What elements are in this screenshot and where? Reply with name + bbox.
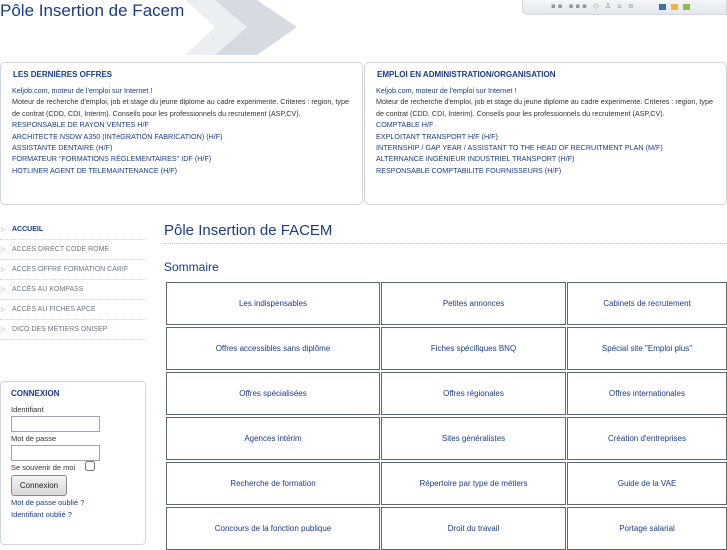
offer-link[interactable]: INTERNSHIP / GAP YEAR / ASSISTANT TO THE…	[376, 142, 720, 153]
summary-grid-cell[interactable]: Sites généralistes	[381, 417, 566, 460]
summary-grid-cell[interactable]: Recherche de formation	[166, 462, 380, 505]
nav-item-label: ACCES OFFRE FORMATION CARIF	[12, 266, 129, 273]
summary-grid-cell[interactable]: Offres accessibles sans diplôme	[166, 327, 380, 370]
nav-item[interactable]: ▷ ACCÈS AU KOMPASS	[0, 280, 146, 300]
admin-jobs-list: Keljob.com, moteur de l'emploi sur Inter…	[376, 85, 720, 176]
nav-item[interactable]: ▷ ACCES DIRECT CODE ROME	[0, 240, 146, 260]
summary-grid-cell[interactable]: Fiches spécifiques BNQ	[381, 327, 566, 370]
offer-link[interactable]: Keljob.com, moteur de l'emploi sur Inter…	[376, 85, 720, 96]
color-theme-orange-icon[interactable]	[671, 4, 678, 10]
nav-item-label: DICO DES MÉTIERS ONISEP	[12, 326, 108, 333]
nav-item-label: ACCES DIRECT CODE ROME	[12, 246, 110, 253]
nav-item[interactable]: ▷ ACCUEIL	[0, 220, 146, 240]
title-divider	[164, 243, 727, 244]
nav-arrow-icon: ▷	[1, 247, 6, 253]
nav-item[interactable]: ▷ ACCES OFFRE FORMATION CARIF	[0, 260, 146, 280]
nav-item-label: ACCÈS AU KOMPASS	[12, 286, 84, 293]
latest-offers-box: LES DERNIÈRES OFFRES Keljob.com, moteur …	[0, 62, 363, 205]
page-title: Pôle Insertion de FACEM	[164, 222, 333, 239]
admin-jobs-title: EMPLOI EN ADMINISTRATION/ORGANISATION	[377, 70, 556, 79]
username-label: Identifiant	[11, 405, 44, 414]
accessibility-icons[interactable]: ▪▪ ▪▪▪ ◇ ♙ ⌂ ≡	[551, 2, 636, 10]
offer-link[interactable]: ALTERNANCE INGÉNIEUR INDUSTRIEL TRANSPOR…	[376, 153, 720, 164]
summary-grid-cell[interactable]: Portage salarial	[567, 507, 727, 550]
site-title[interactable]: Pôle Insertion de Facem	[0, 1, 184, 21]
offer-link[interactable]: ASSISTANTE DENTAIRE (H/F)	[12, 142, 356, 153]
offer-description: Moteur de recherche d'emploi, job et sta…	[376, 97, 713, 118]
offer-link[interactable]: RESPONSABLE COMPTABILITE FOURNISSEURS (H…	[376, 165, 720, 176]
summary-grid-cell[interactable]: Concours de la fonction publique	[166, 507, 380, 550]
latest-offers-list: Keljob.com, moteur de l'emploi sur Inter…	[12, 85, 356, 176]
summary-grid-cell[interactable]: Répertoire par type de métiers	[381, 462, 566, 505]
offer-description: Moteur de recherche d'emploi, job et sta…	[12, 97, 349, 118]
forgot-password-link[interactable]: Mot de passe oublié ?	[11, 498, 84, 507]
summary-grid-cell[interactable]: Agences intérim	[166, 417, 380, 460]
nav-arrow-icon: ▷	[1, 327, 6, 333]
remember-me-label: Se souvenir de moi	[11, 463, 76, 472]
summary-grid-cell[interactable]: Spécial site "Emploi plus"	[567, 327, 727, 370]
nav-arrow-icon: ▷	[1, 227, 6, 233]
nav-item-label: ACCÈS AU FICHES APCE	[12, 306, 96, 313]
offer-link[interactable]: RESPONSABLE DE RAYON VENTES H/F	[12, 119, 356, 130]
username-input[interactable]	[11, 416, 100, 432]
login-title: CONNEXION	[11, 389, 60, 398]
color-theme-blue-icon[interactable]	[659, 4, 666, 10]
color-theme-green-icon[interactable]	[683, 4, 690, 10]
summary-grid-cell[interactable]: Cabinets de recrutement	[567, 282, 727, 325]
nav-item[interactable]: ▷ DICO DES MÉTIERS ONISEP	[0, 320, 146, 340]
summary-grid-cell[interactable]: Offres internationales	[567, 372, 727, 415]
remember-me-checkbox[interactable]	[85, 461, 95, 471]
summary-grid-cell[interactable]: Offres spécialisées	[166, 372, 380, 415]
header: Pôle Insertion de Facem ▪▪ ▪▪▪ ◇ ♙ ⌂ ≡	[0, 0, 727, 55]
nav-arrow-icon: ▷	[1, 307, 6, 313]
summary-grid-cell[interactable]: Guide de la VAE	[567, 462, 727, 505]
admin-jobs-box: EMPLOI EN ADMINISTRATION/ORGANISATION Ke…	[364, 62, 727, 205]
offer-link[interactable]: ARCHITECTE NSDW A350 (INTéGRATION FABRIC…	[12, 131, 356, 142]
summary-grid-cell[interactable]: Les indispensables	[166, 282, 380, 325]
offer-link[interactable]: COMPTABLE H/F	[376, 119, 720, 130]
nav-item-label: ACCUEIL	[12, 226, 44, 233]
login-button[interactable]: Connexion	[11, 475, 67, 496]
offer-link[interactable]: EXPLOITANT TRANSPORT H/F (H/F)	[376, 131, 720, 142]
forgot-username-link[interactable]: Identifiant oublié ?	[11, 510, 72, 519]
nav-item[interactable]: ▷ ACCÈS AU FICHES APCE	[0, 300, 146, 320]
nav-arrow-icon: ▷	[1, 287, 6, 293]
nav-arrow-icon: ▷	[1, 267, 6, 273]
password-input[interactable]	[11, 445, 100, 461]
accessibility-toolbar: ▪▪ ▪▪▪ ◇ ♙ ⌂ ≡	[522, 0, 727, 15]
offer-link[interactable]: FORMATEUR "FORMATIONS RÉGLEMENTAIRES" ID…	[12, 153, 356, 164]
section-heading: Sommaire	[164, 260, 219, 274]
chevron-arrow-graphic	[185, 0, 297, 55]
summary-grid-cell[interactable]: Petites annonces	[381, 282, 566, 325]
latest-offers-title: LES DERNIÈRES OFFRES	[13, 70, 113, 79]
summary-grid-cell[interactable]: Offres régionales	[381, 372, 566, 415]
password-label: Mot de passe	[11, 434, 57, 443]
summary-grid-cell[interactable]: Création d'entreprises	[567, 417, 727, 460]
summary-grid-cell[interactable]: Droit du travail	[381, 507, 566, 550]
left-navigation: ▷ ACCUEIL ▷ ACCES DIRECT CODE ROME ▷ ACCES OF…	[0, 220, 146, 340]
offer-link[interactable]: HOTLINER AGENT DE TELEMAINTENANCE (H/F)	[12, 165, 356, 176]
offer-link[interactable]: Keljob.com, moteur de l'emploi sur Inter…	[12, 85, 356, 96]
